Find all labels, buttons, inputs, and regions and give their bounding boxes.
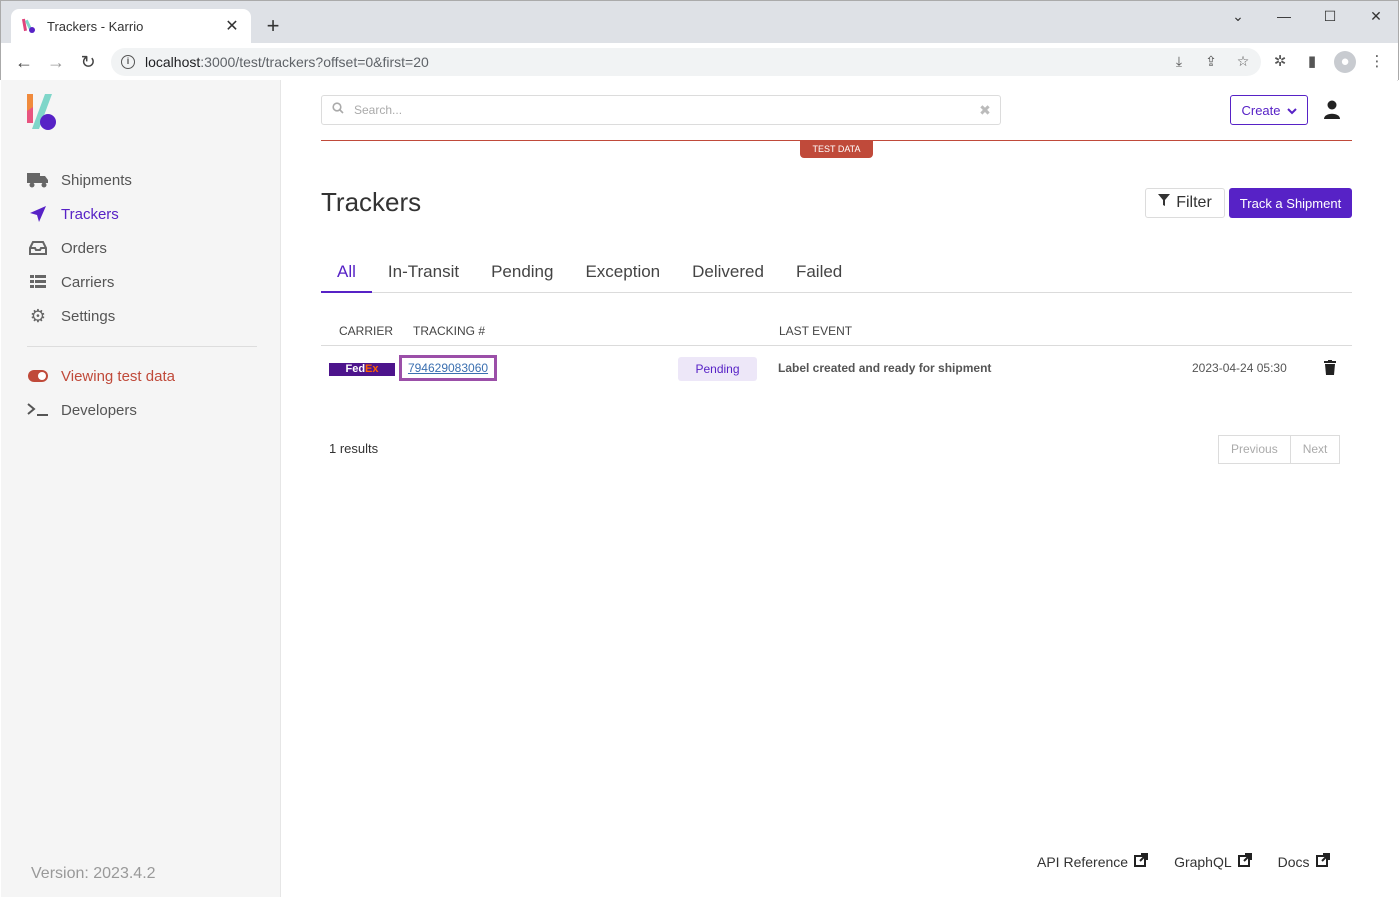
filter-label: Filter [1176, 194, 1212, 211]
track-shipment-button[interactable]: Track a Shipment [1229, 188, 1352, 218]
test-mode-label: Viewing test data [61, 367, 175, 385]
browser-menu-icon[interactable]: ⋮ [1366, 51, 1388, 73]
page-title: Trackers [321, 187, 422, 217]
graphql-link[interactable]: GraphQL [1174, 853, 1252, 870]
location-arrow-icon [27, 205, 49, 223]
docs-link[interactable]: Docs [1278, 853, 1330, 870]
status-tabs: All In-Transit Pending Exception Deliver… [321, 253, 1352, 293]
browser-toolbar: ← → ↻ i localhost:3000/test/trackers?off… [1, 43, 1398, 81]
sidebar-item-label: Trackers [61, 205, 119, 223]
external-link-icon [1237, 853, 1252, 870]
sidebar-item-test-mode[interactable]: Viewing test data [27, 359, 267, 393]
tab-delivered[interactable]: Delivered [676, 253, 780, 293]
table-header: CARRIER TRACKING # LAST EVENT [321, 316, 1352, 346]
filter-icon [1158, 194, 1171, 212]
tab-exception[interactable]: Exception [569, 253, 676, 293]
column-last-event: LAST EVENT [779, 324, 853, 338]
tab-pending[interactable]: Pending [475, 253, 569, 293]
back-icon[interactable]: ← [13, 51, 35, 73]
tab-title: Trackers - Karrio [47, 18, 144, 34]
pagination: Previous Next [1218, 435, 1341, 464]
install-icon[interactable]: ⤓ [1169, 51, 1189, 71]
sidebar-item-orders[interactable]: Orders [27, 231, 267, 265]
status-badge: Pending [678, 357, 757, 381]
tab-in-transit[interactable]: In-Transit [372, 253, 475, 293]
sidebar: Shipments Trackers Orders Carriers ⚙ Set… [1, 80, 281, 897]
tab-close-icon[interactable]: ✕ [223, 16, 241, 36]
list-icon [27, 273, 49, 291]
external-link-icon [1134, 853, 1149, 870]
create-button-label: Create [1241, 102, 1281, 118]
sidebar-item-label: Carriers [61, 273, 115, 291]
search-icon [332, 101, 344, 119]
sidebar-nav: Shipments Trackers Orders Carriers ⚙ Set… [27, 163, 267, 427]
chevron-down-icon [1286, 103, 1297, 118]
karrio-favicon-icon [21, 18, 37, 34]
results-count: 1 results [329, 441, 379, 456]
filter-button[interactable]: Filter [1145, 188, 1225, 218]
column-carrier: CARRIER [339, 324, 394, 338]
create-button[interactable]: Create [1230, 95, 1308, 125]
sidebar-item-label: Shipments [61, 171, 132, 189]
window-close-icon[interactable]: ✕ [1361, 5, 1391, 27]
next-button[interactable]: Next [1290, 435, 1341, 464]
sidebar-item-label: Developers [61, 401, 137, 419]
toggle-on-icon [27, 367, 49, 385]
profile-icon[interactable]: ● [1334, 51, 1356, 73]
inbox-icon [27, 239, 49, 257]
sidebar-item-carriers[interactable]: Carriers [27, 265, 267, 299]
new-tab-icon[interactable]: + [263, 13, 283, 39]
tab-strip: Trackers - Karrio ✕ + ⌄ — ☐ ✕ [1, 1, 1398, 43]
search-input[interactable]: Search... ✖ [321, 95, 1001, 125]
external-link-icon [1315, 853, 1330, 870]
event-date: 2023-04-24 05:30 [1192, 361, 1287, 375]
search-clear-icon[interactable]: ✖ [970, 102, 1000, 119]
last-event-text: Label created and ready for shipment [778, 361, 992, 375]
footer-links: API Reference GraphQL Docs [1037, 853, 1330, 870]
search-placeholder: Search... [354, 103, 403, 117]
tab-failed[interactable]: Failed [780, 253, 858, 293]
version-label: Version: 2023.4.2 [31, 865, 156, 882]
truck-icon [27, 171, 49, 189]
sidebar-item-trackers[interactable]: Trackers [27, 197, 267, 231]
url-text: localhost:3000/test/trackers?offset=0&fi… [145, 54, 429, 70]
gear-icon: ⚙ [29, 305, 47, 326]
sidebar-item-settings[interactable]: ⚙ Settings [27, 299, 267, 333]
sidebar-item-developers[interactable]: Developers [27, 393, 267, 427]
share-icon[interactable]: ⇪ [1201, 51, 1221, 71]
extensions-icon[interactable]: ✲ [1269, 51, 1291, 73]
tab-search-icon[interactable]: ⌄ [1223, 5, 1253, 27]
sidebar-item-label: Settings [61, 307, 116, 325]
browser-tab[interactable]: Trackers - Karrio ✕ [11, 9, 251, 43]
address-bar[interactable]: i localhost:3000/test/trackers?offset=0&… [111, 48, 1261, 76]
browser-chrome: Trackers - Karrio ✕ + ⌄ — ☐ ✕ ← → ↻ i lo… [0, 0, 1399, 81]
sidebar-divider [27, 346, 257, 347]
api-reference-link[interactable]: API Reference [1037, 853, 1149, 870]
minimize-icon[interactable]: — [1269, 5, 1299, 27]
fedex-logo: FedEx [329, 363, 395, 376]
user-menu-icon[interactable] [1323, 100, 1341, 120]
tracking-number-link[interactable]: 794629083060 [399, 355, 497, 381]
maximize-icon[interactable]: ☐ [1315, 5, 1345, 27]
tab-all[interactable]: All [321, 253, 372, 293]
trackers-table: CARRIER TRACKING # LAST EVENT FedEx 7946… [321, 316, 1352, 390]
reload-icon[interactable]: ↻ [77, 51, 99, 73]
side-panel-icon[interactable]: ▮ [1301, 51, 1323, 73]
column-tracking: TRACKING # [413, 324, 486, 338]
previous-button[interactable]: Previous [1218, 435, 1291, 464]
test-data-badge: TEST DATA [800, 140, 873, 158]
table-row[interactable]: FedEx 794629083060 Pending Label created… [321, 346, 1352, 390]
bookmark-star-icon[interactable]: ☆ [1233, 51, 1253, 71]
karrio-logo[interactable] [25, 93, 59, 131]
forward-icon[interactable]: → [45, 51, 67, 73]
sidebar-item-label: Orders [61, 239, 107, 257]
terminal-icon [27, 401, 49, 419]
site-info-icon[interactable]: i [121, 55, 135, 69]
sidebar-item-shipments[interactable]: Shipments [27, 163, 267, 197]
main-content: Search... ✖ Create TEST DATA Trackers Fi… [281, 80, 1397, 897]
trash-icon[interactable] [1324, 360, 1336, 375]
